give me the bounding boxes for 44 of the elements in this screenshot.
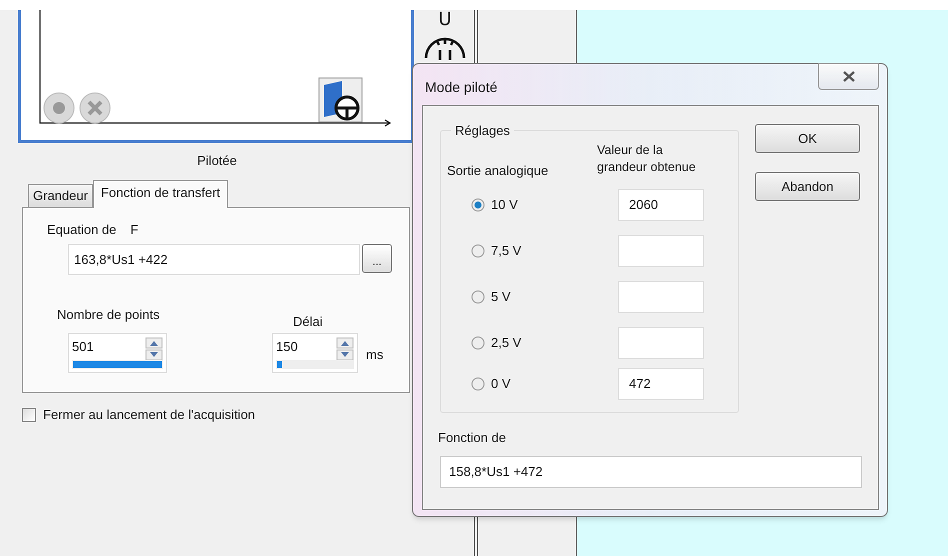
close-button[interactable] — [818, 63, 879, 90]
checkbox-label: Fermer au lancement de l'acquisition — [43, 406, 256, 424]
record-icon[interactable] — [43, 92, 75, 124]
dialog-button[interactable]: Abandon — [755, 172, 860, 201]
equation-field[interactable]: 163,8*Us1 +422 — [68, 244, 360, 275]
value-field[interactable] — [618, 327, 704, 359]
spin-arrows-icon[interactable] — [145, 337, 163, 361]
column-header: Sortie analogique — [447, 162, 548, 180]
variable-label: F — [130, 221, 138, 239]
points-label: Nombre de points — [57, 306, 160, 324]
panel-caption: Pilotée — [197, 152, 237, 170]
value-field[interactable]: 472 — [618, 368, 704, 400]
radio-option[interactable]: 10 V — [471, 195, 618, 215]
radio-option[interactable]: 7,5 V — [471, 241, 618, 261]
equation-label: Equation de — [47, 221, 116, 239]
function-field[interactable]: 158,8*Us1 +472 — [440, 456, 862, 488]
value-field[interactable] — [618, 281, 704, 313]
radio-option[interactable]: 2,5 V — [471, 333, 618, 353]
number-spinner[interactable]: 150 — [272, 333, 358, 373]
number-spinner[interactable]: 501 — [68, 333, 167, 373]
close-icon — [842, 71, 856, 82]
cancel-icon[interactable] — [79, 92, 111, 124]
checkbox[interactable] — [22, 408, 36, 422]
radio-button[interactable] — [471, 198, 485, 212]
radio-button[interactable] — [471, 244, 485, 258]
radio-option[interactable]: 5 V — [471, 287, 618, 307]
delay-label: Délai — [293, 313, 323, 331]
value-field[interactable] — [618, 235, 704, 267]
column-header: Valeur de la grandeur obtenue — [597, 142, 697, 176]
voltage-symbol[interactable]: U — [438, 10, 452, 30]
function-label: Fonction de — [438, 429, 506, 447]
radio-option[interactable]: 0 V — [471, 374, 618, 394]
monitor-wheel-icon[interactable] — [318, 77, 363, 123]
spin-arrows-icon[interactable] — [336, 337, 354, 361]
value-field[interactable]: 2060 — [618, 189, 704, 221]
tab[interactable]: Grandeur — [28, 184, 93, 207]
radio-button[interactable] — [471, 377, 485, 391]
tab[interactable]: Fonction de transfert — [92, 180, 228, 208]
radio-button[interactable] — [471, 336, 485, 350]
radio-button[interactable] — [471, 290, 485, 304]
unit-label: ms — [366, 346, 384, 364]
browse-button[interactable]: ... — [362, 244, 392, 273]
dialog-button[interactable]: OK — [755, 124, 860, 153]
dialog-title: Mode piloté — [425, 78, 498, 97]
